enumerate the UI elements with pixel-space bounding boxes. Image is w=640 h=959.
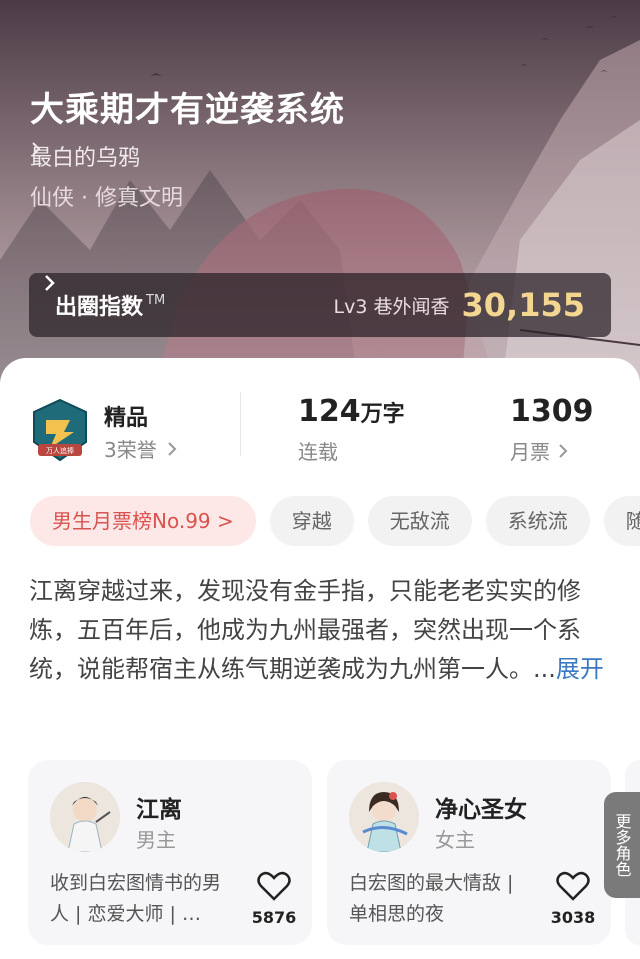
character-description: 白宏图的最大情敌 | 单相思的夜	[349, 872, 514, 925]
character-name: 江离	[136, 797, 182, 823]
character-name: 净心圣女	[435, 797, 527, 823]
tag-rank[interactable]: 男生月票榜No.99 >	[30, 496, 256, 546]
synopsis-text: 江离穿越过来，发现没有金手指，只能老老实实的修炼，五百年后，他成为九州最强者，突…	[29, 577, 581, 683]
divider	[240, 392, 241, 456]
tag-item[interactable]: 穿越	[269, 496, 354, 546]
quality-badge-icon[interactable]: 万人追捧	[30, 398, 90, 464]
honor-link[interactable]: 3荣誉	[104, 434, 177, 463]
chevron-right-icon	[32, 142, 41, 156]
heart-icon[interactable]	[256, 870, 292, 902]
trademark-mark: TM	[146, 292, 166, 308]
monthly-votes-label: 月票	[510, 440, 550, 464]
book-genre: 仙侠 · 修真文明	[30, 186, 183, 211]
tag-row: 男生月票榜No.99 > 穿越 无敌流 系统流 随	[30, 496, 640, 548]
index-level: Lv3 巷外闻香	[333, 295, 450, 318]
tag-item[interactable]: 无敌流	[367, 496, 472, 546]
synopsis: 江离穿越过来，发现没有金手指，只能老老实实的修炼，五百年后，他成为九州最强者，突…	[29, 572, 614, 689]
svg-text:万人追捧: 万人追捧	[46, 446, 74, 455]
quality-label: 精品	[104, 406, 149, 431]
tag-item[interactable]: 系统流	[485, 496, 590, 546]
like-count: 5876	[251, 908, 297, 927]
monthly-votes-count: 1309	[510, 394, 594, 429]
character-role: 女主	[435, 828, 475, 852]
book-title: 大乘期才有逆袭系统	[30, 90, 345, 130]
avatar	[50, 782, 120, 852]
author-link[interactable]: 最白的乌鸦	[30, 140, 140, 172]
heart-icon[interactable]	[555, 870, 591, 902]
popularity-index-bar[interactable]: 出圈指数 TM Lv3 巷外闻香 30,155	[29, 273, 611, 337]
author-name: 最白的乌鸦	[30, 146, 141, 171]
book-cover-hero: 大乘期才有逆袭系统 最白的乌鸦 仙侠 · 修真文明 出圈指数 TM Lv3 巷外…	[0, 0, 640, 400]
serial-status: 连载	[298, 440, 338, 464]
word-count: 124万字	[298, 394, 405, 429]
like-count: 3038	[550, 908, 596, 927]
book-detail-card: 万人追捧 精品 3荣誉 124万字 连载 1309 月票 男生月票榜No.99 …	[0, 358, 640, 959]
character-card[interactable]: 江离 男主 收到白宏图情书的男人 | 恋爱大师 | … 5876	[28, 760, 312, 945]
more-roles-button[interactable]: 更多角色	[604, 792, 640, 898]
index-label: 出圈指数	[55, 295, 144, 320]
character-card[interactable]: 净心圣女 女主 白宏图的最大情敌 | 单相思的夜 3038	[327, 760, 611, 945]
tag-item[interactable]: 随	[603, 496, 640, 546]
expand-link[interactable]: 展开	[556, 655, 604, 683]
character-role: 男主	[136, 828, 176, 852]
index-value: 30,155	[461, 286, 585, 324]
chevron-right-icon	[559, 443, 568, 458]
chevron-right-icon	[45, 275, 55, 291]
monthly-votes-link[interactable]: 月票	[510, 436, 568, 465]
chevron-right-icon	[168, 441, 177, 456]
avatar	[349, 782, 419, 852]
honor-count: 3荣誉	[104, 438, 157, 462]
character-description: 收到白宏图情书的男人 | 恋爱大师 | …	[50, 872, 222, 925]
stats-row: 万人追捧 精品 3荣誉 124万字 连载 1309 月票	[0, 384, 640, 474]
